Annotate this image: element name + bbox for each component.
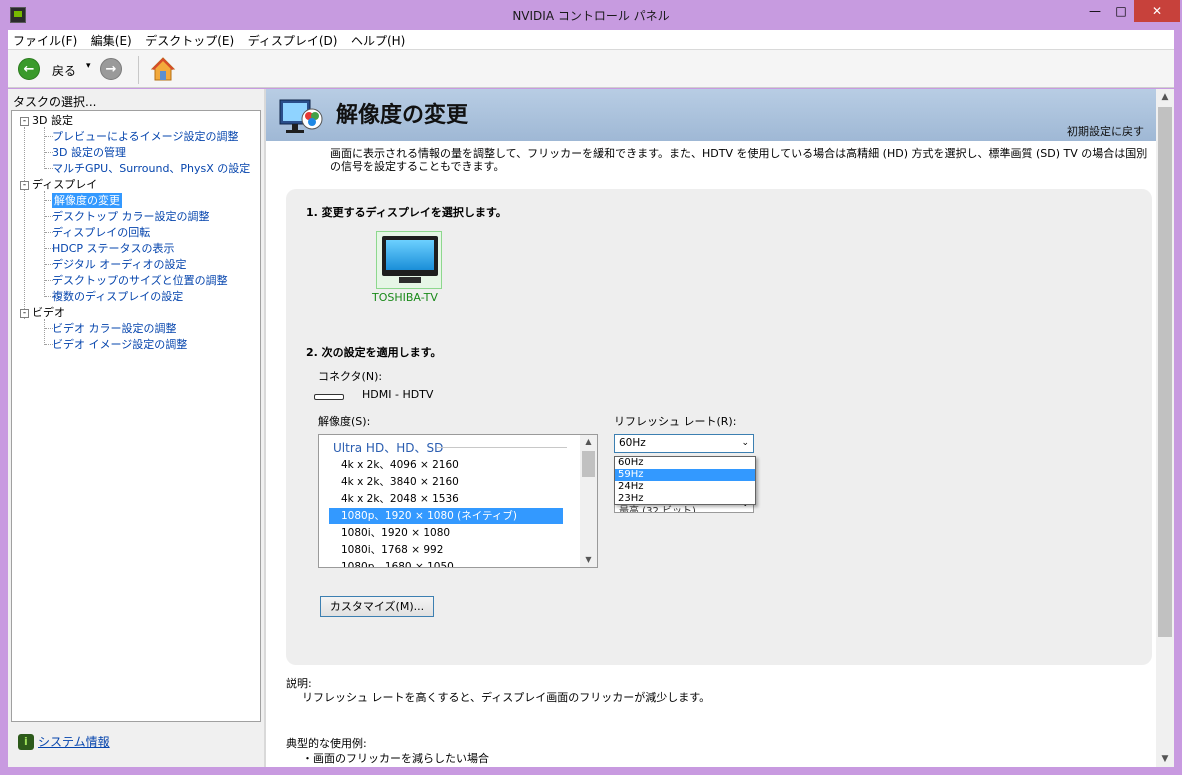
tree-item-desktop-size-position[interactable]: デスクトップのサイズと位置の調整: [52, 273, 228, 288]
tv-icon: [382, 236, 438, 276]
tree-guide: [44, 127, 45, 169]
display-name[interactable]: TOSHIBA-TV: [372, 291, 438, 304]
tree-item-multiple-displays[interactable]: 複数のディスプレイの設定: [52, 289, 183, 304]
task-pane: タスクの選択... -3D 設定 プレビューによるイメージ設定の調整 3D 設定…: [8, 89, 264, 767]
tree-category-display[interactable]: - ディスプレイ: [20, 177, 97, 192]
refresh-rate-select[interactable]: 60Hz ⌄: [614, 434, 754, 453]
system-info-link[interactable]: システム情報: [18, 733, 110, 750]
refresh-rate-value: 60Hz: [619, 437, 646, 449]
collapse-toggle-icon[interactable]: -: [20, 117, 29, 126]
tree-item-video-image[interactable]: ビデオ イメージ設定の調整: [52, 337, 187, 352]
connector-label: コネクタ(N):: [318, 370, 383, 383]
refresh-rate-option[interactable]: 24Hz: [615, 481, 755, 493]
resolution-listbox[interactable]: Ultra HD、HD、SD 4k x 2k、4096 × 2160 4k x …: [318, 434, 598, 568]
scroll-thumb[interactable]: [1158, 107, 1172, 637]
tree-guide: [44, 191, 45, 297]
scroll-up-icon[interactable]: ▲: [1156, 89, 1174, 105]
step1-heading: 1. 変更するディスプレイを選択します。: [306, 206, 507, 219]
system-info-icon: [18, 734, 34, 750]
refresh-rate-option[interactable]: 23Hz: [615, 493, 755, 505]
page-title: 解像度の変更: [336, 103, 469, 128]
resolution-option[interactable]: 1080i、1920 × 1080: [329, 525, 563, 541]
resolution-option[interactable]: 1080p、1680 × 1050: [329, 559, 563, 567]
menu-help[interactable]: ヘルプ(H): [346, 30, 410, 51]
menu-desktop[interactable]: デスクトップ(E): [140, 30, 239, 51]
resolution-label: 解像度(S):: [318, 415, 371, 428]
back-history-dropdown-icon[interactable]: ▾: [86, 61, 91, 71]
close-button[interactable]: ✕: [1134, 0, 1180, 22]
category-label: ディスプレイ: [32, 178, 98, 191]
connector-value: HDMI - HDTV: [362, 388, 434, 401]
task-tree[interactable]: -3D 設定 プレビューによるイメージ設定の調整 3D 設定の管理 マルチGPU…: [11, 110, 261, 722]
back-button-label[interactable]: 戻る: [52, 62, 76, 79]
toolbar-separator: [138, 56, 139, 84]
tree-item-multi-gpu[interactable]: マルチGPU、Surround、PhysX の設定: [52, 161, 250, 176]
tree-item-hdcp-status[interactable]: HDCP ステータスの表示: [52, 241, 175, 256]
customize-button[interactable]: カスタマイズ(M)...: [320, 596, 434, 617]
home-icon[interactable]: [150, 56, 176, 82]
description-text: リフレッシュ レートを高くすると、ディスプレイ画面のフリッカーが減少します。: [302, 691, 711, 704]
toolbar: ← 戻る ▾ →: [8, 50, 1174, 88]
collapse-toggle-icon[interactable]: -: [20, 181, 29, 190]
content-pane: 解像度の変更 初期設定に戻す 画面に表示される情報の量を調整して、フリッカーを緩…: [266, 89, 1156, 767]
menu-edit[interactable]: 編集(E): [86, 30, 137, 51]
scroll-up-icon[interactable]: ▲: [580, 435, 597, 449]
refresh-rate-option-highlighted[interactable]: 59Hz: [615, 469, 755, 481]
tree-item-rotate-display[interactable]: ディスプレイの回転: [52, 225, 150, 240]
maximize-button[interactable]: □: [1108, 0, 1134, 22]
refresh-rate-option[interactable]: 60Hz: [615, 457, 755, 469]
category-label: 3D 設定: [32, 114, 73, 127]
chevron-down-icon: ⌄: [741, 438, 749, 448]
resolution-group-header: Ultra HD、HD、SD: [333, 441, 444, 455]
scroll-down-icon[interactable]: ▼: [580, 553, 597, 567]
hdmi-connector-icon: [314, 394, 344, 400]
scroll-thumb[interactable]: [582, 451, 595, 477]
title-bar: NVIDIA コントロール パネル — □ ✕: [0, 0, 1182, 30]
forward-arrow-icon[interactable]: →: [100, 58, 122, 80]
page-description: 画面に表示される情報の量を調整して、フリッカーを緩和できます。また、HDTV を…: [330, 147, 1148, 173]
back-arrow-icon[interactable]: ←: [18, 58, 40, 80]
resolution-option[interactable]: 4k x 2k、2048 × 1536: [329, 491, 563, 507]
tree-category-3d-settings[interactable]: -3D 設定: [20, 113, 73, 128]
restore-defaults-link[interactable]: 初期設定に戻す: [1067, 123, 1144, 139]
display-settings-icon: [279, 99, 323, 133]
page-banner: 解像度の変更 初期設定に戻す: [266, 89, 1156, 141]
resolution-option[interactable]: 1080i、1768 × 992: [329, 542, 563, 558]
resolution-option[interactable]: 4k x 2k、3840 × 2160: [329, 474, 563, 490]
tv-stand-icon: [399, 277, 421, 283]
content-scrollbar[interactable]: ▲ ▼: [1156, 89, 1174, 767]
tree-item-preview-image-settings[interactable]: プレビューによるイメージ設定の調整: [52, 129, 238, 144]
tree-item-change-resolution[interactable]: 解像度の変更: [52, 193, 122, 208]
display-tile-toshiba-tv[interactable]: [376, 231, 442, 289]
tree-guide: [44, 319, 45, 345]
tree-item-video-color[interactable]: ビデオ カラー設定の調整: [52, 321, 177, 336]
window-frame-bottom: [0, 767, 1182, 775]
settings-panel: 1. 変更するディスプレイを選択します。 TOSHIBA-TV 2. 次の設定を…: [286, 189, 1152, 665]
minimize-button[interactable]: —: [1082, 0, 1108, 22]
usage-label: 典型的な使用例:: [286, 737, 367, 750]
tree-item-desktop-color[interactable]: デスクトップ カラー設定の調整: [52, 209, 210, 224]
menu-display[interactable]: ディスプレイ(D): [243, 30, 343, 51]
category-label: ビデオ: [32, 306, 65, 319]
resolution-scrollbar[interactable]: ▲ ▼: [580, 435, 597, 567]
refresh-rate-dropdown-list[interactable]: 60Hz 59Hz 24Hz 23Hz: [614, 456, 756, 505]
window-title: NVIDIA コントロール パネル: [512, 9, 670, 23]
task-pane-title: タスクの選択...: [13, 95, 97, 109]
tree-item-digital-audio[interactable]: デジタル オーディオの設定: [52, 257, 187, 272]
group-divider: [437, 447, 567, 448]
step2-heading: 2. 次の設定を適用します。: [306, 346, 442, 359]
system-info-label[interactable]: システム情報: [38, 735, 110, 749]
menu-file[interactable]: ファイル(F): [8, 30, 82, 51]
collapse-toggle-icon[interactable]: -: [20, 309, 29, 318]
tree-category-video[interactable]: - ビデオ: [20, 305, 65, 320]
scroll-down-icon[interactable]: ▼: [1156, 751, 1174, 767]
tree-guide: [24, 127, 25, 319]
refresh-rate-label: リフレッシュ レート(R):: [614, 415, 737, 428]
tree-item-manage-3d-settings[interactable]: 3D 設定の管理: [52, 145, 126, 160]
usage-item: ・画面のフリッカーを減らしたい場合: [302, 752, 489, 765]
menu-bar: ファイル(F) 編集(E) デスクトップ(E) ディスプレイ(D) ヘルプ(H): [8, 30, 1174, 50]
resolution-option-selected[interactable]: 1080p、1920 × 1080 (ネイティブ): [329, 508, 563, 524]
resolution-option[interactable]: 4k x 2k、4096 × 2160: [329, 457, 563, 473]
